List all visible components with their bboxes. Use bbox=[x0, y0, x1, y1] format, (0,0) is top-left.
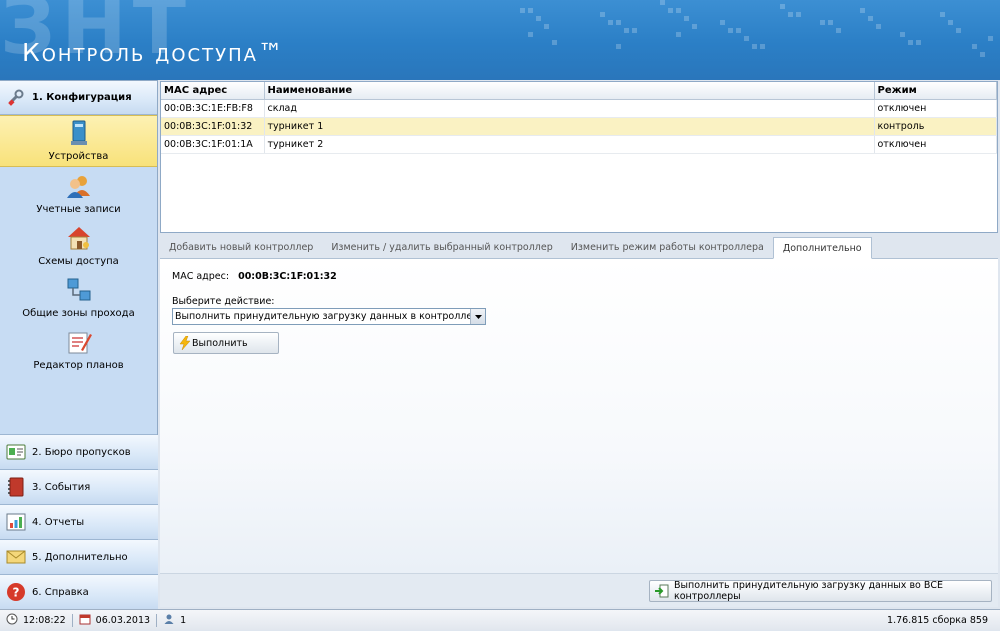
sidebar-section-reports[interactable]: 4. Отчеты bbox=[0, 505, 158, 540]
load-all-button-label: Выполнить принудительную загрузку данных… bbox=[674, 580, 944, 602]
sidebar-item-label: Общие зоны прохода bbox=[22, 308, 135, 319]
column-header-name[interactable]: Наименование bbox=[264, 82, 875, 100]
sidebar-item-common-zones[interactable]: Общие зоны прохода bbox=[0, 271, 157, 323]
journal-icon bbox=[6, 477, 26, 497]
sidebar-item-devices[interactable]: Устройства bbox=[0, 115, 157, 167]
cell-name: турникет 1 bbox=[264, 117, 875, 136]
users-icon bbox=[65, 172, 93, 200]
column-header-mode[interactable]: Режим bbox=[874, 82, 997, 100]
tab-change-mode[interactable]: Изменить режим работы контроллера bbox=[562, 237, 773, 258]
action-select[interactable]: Выполнить принудительную загрузку данных… bbox=[172, 308, 486, 325]
sidebar-section-events[interactable]: 3. События bbox=[0, 470, 158, 505]
cell-mac: 00:0B:3C:1E:FB:F8 bbox=[161, 99, 265, 118]
mac-address-label: МАС адрес: bbox=[172, 271, 230, 282]
controller-tabs: Добавить новый контроллер Изменить / уда… bbox=[160, 237, 998, 259]
tab-add-controller[interactable]: Добавить новый контроллер bbox=[160, 237, 322, 258]
mac-address-line: МАС адрес: 00:0B:3C:1F:01:32 bbox=[172, 271, 337, 282]
app-header: ЗНТ Контроль доступа™ bbox=[0, 0, 1000, 80]
sidebar: 1. Конфигурация Устройства Учетные запис… bbox=[0, 80, 158, 610]
status-bar: 12:08:22 06.03.2013 1 1.76.815 сборка 85… bbox=[0, 609, 1000, 630]
status-users: 1 bbox=[157, 610, 192, 631]
execute-button[interactable]: Выполнить bbox=[173, 332, 279, 354]
sidebar-item-label: Учетные записи bbox=[36, 204, 121, 215]
table-header-row: МАС адрес Наименование Режим bbox=[161, 82, 997, 100]
action-label: Выберите действие: bbox=[172, 296, 275, 307]
cell-mac: 00:0B:3C:1F:01:32 bbox=[161, 117, 265, 136]
cell-mode: отключен bbox=[874, 135, 997, 154]
sidebar-section-pass-office[interactable]: 2. Бюро пропусков bbox=[0, 435, 158, 470]
network-icon bbox=[65, 276, 93, 304]
plan-editor-icon bbox=[65, 328, 93, 356]
id-card-icon bbox=[6, 442, 26, 462]
sidebar-section-label: 4. Отчеты bbox=[32, 516, 85, 528]
column-header-mac[interactable]: МАС адрес bbox=[161, 82, 265, 100]
sidebar-section-label: 3. События bbox=[32, 481, 91, 493]
cell-mode: отключен bbox=[874, 99, 997, 118]
sidebar-section-label: 1. Конфигурация bbox=[32, 92, 132, 103]
cell-name: турникет 2 bbox=[264, 135, 875, 154]
header-pixel-pattern bbox=[520, 0, 993, 57]
calendar-icon bbox=[79, 613, 91, 628]
computer-icon bbox=[65, 119, 93, 147]
status-date: 06.03.2013 bbox=[73, 610, 156, 631]
table-row-selected[interactable]: 00:0B:3C:1F:01:32 турникет 1 контроль bbox=[161, 117, 997, 136]
status-users-value: 1 bbox=[180, 614, 187, 626]
controllers-table: МАС адрес Наименование Режим 00:0B:3C:1E… bbox=[160, 81, 998, 233]
sidebar-bottom-sections: 2. Бюро пропусков 3. События 4. Отчеты 5… bbox=[0, 435, 158, 610]
tab-edit-controller[interactable]: Изменить / удалить выбранный контроллер bbox=[322, 237, 561, 258]
chart-icon bbox=[6, 512, 26, 532]
sidebar-section-label: 6. Справка bbox=[32, 586, 89, 598]
status-date-value: 06.03.2013 bbox=[95, 614, 151, 626]
lightning-icon bbox=[179, 335, 191, 353]
table-row[interactable]: 00:0B:3C:1E:FB:F8 склад отключен bbox=[161, 99, 997, 118]
house-key-icon bbox=[65, 224, 93, 252]
status-time: 12:08:22 bbox=[0, 610, 72, 631]
cell-mode: контроль bbox=[874, 117, 997, 136]
sidebar-item-accounts[interactable]: Учетные записи bbox=[0, 167, 157, 219]
svg-text:?: ? bbox=[13, 586, 20, 600]
sidebar-section-additional[interactable]: 5. Дополнительно bbox=[0, 540, 158, 575]
load-all-controllers-button[interactable]: Выполнить принудительную загрузку данных… bbox=[649, 580, 992, 602]
status-time-value: 12:08:22 bbox=[23, 614, 66, 626]
dropdown-arrow-icon[interactable] bbox=[470, 309, 485, 324]
cell-name: склад bbox=[264, 99, 875, 118]
envelope-icon bbox=[6, 547, 26, 567]
sidebar-item-label: Схемы доступа bbox=[38, 256, 119, 267]
bottom-action-bar: Выполнить принудительную загрузку данных… bbox=[160, 573, 998, 607]
tab-additional[interactable]: Дополнительно bbox=[772, 237, 872, 259]
sidebar-items: Устройства Учетные записи Схемы доступа … bbox=[0, 115, 157, 435]
sidebar-item-label: Устройства bbox=[48, 151, 109, 162]
action-select-value: Выполнить принудительную загрузку данных… bbox=[175, 311, 479, 322]
sidebar-item-label: Редактор планов bbox=[33, 360, 124, 371]
clock-icon bbox=[6, 613, 18, 628]
sidebar-item-access-schemes[interactable]: Схемы доступа bbox=[0, 219, 157, 271]
cell-mac: 00:0B:3C:1F:01:1A bbox=[161, 135, 265, 154]
app-title: Контроль доступа™ bbox=[22, 38, 285, 67]
main-area: МАС адрес Наименование Режим 00:0B:3C:1E… bbox=[159, 80, 1000, 609]
wrench-icon bbox=[6, 88, 26, 108]
sidebar-section-label: 5. Дополнительно bbox=[32, 551, 128, 563]
tab-panel-additional: МАС адрес: 00:0B:3C:1F:01:32 Выберите де… bbox=[160, 259, 998, 573]
sidebar-section-help[interactable]: ? 6. Справка bbox=[0, 575, 158, 610]
execute-button-label: Выполнить bbox=[192, 337, 248, 349]
sidebar-section-configuration[interactable]: 1. Конфигурация bbox=[0, 81, 157, 115]
mac-address-value: 00:0B:3C:1F:01:32 bbox=[238, 271, 337, 282]
table-row[interactable]: 00:0B:3C:1F:01:1A турникет 2 отключен bbox=[161, 135, 997, 154]
user-lock-icon bbox=[163, 613, 175, 628]
sidebar-item-plan-editor[interactable]: Редактор планов bbox=[0, 323, 157, 375]
status-version: 1.76.815 сборка 859 bbox=[887, 614, 988, 626]
sidebar-section-label: 2. Бюро пропусков bbox=[32, 446, 131, 458]
help-icon: ? bbox=[6, 582, 26, 602]
import-arrow-icon bbox=[655, 584, 669, 601]
